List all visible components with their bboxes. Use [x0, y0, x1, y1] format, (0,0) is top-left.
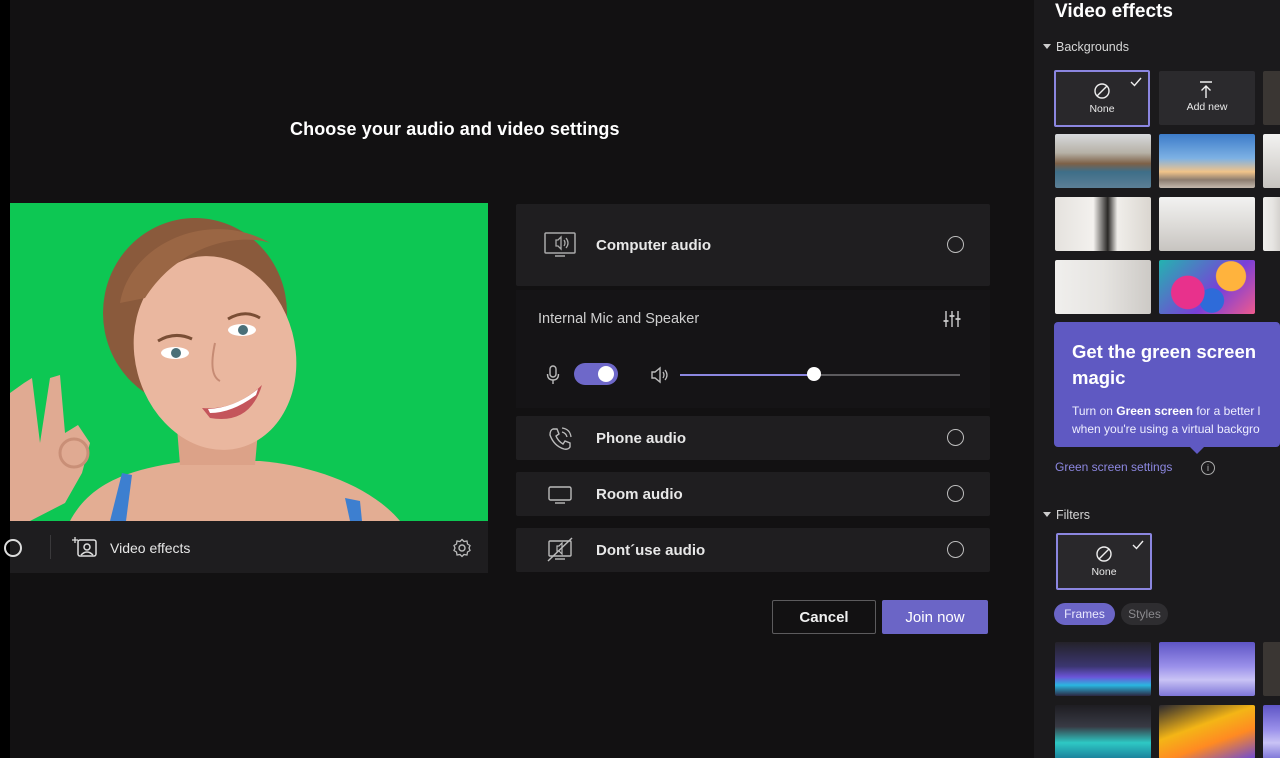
- filter-none-tile[interactable]: None: [1056, 533, 1152, 590]
- filters-section-toggle[interactable]: Filters: [1043, 508, 1090, 522]
- background-thumbnail[interactable]: [1263, 197, 1280, 251]
- none-label: None: [1091, 566, 1117, 578]
- speaker-volume-slider[interactable]: [680, 367, 960, 381]
- green-screen-settings-link[interactable]: Green screen settings: [1055, 460, 1172, 474]
- speaker-icon: [651, 366, 668, 384]
- promo-body-text: for a better l: [1192, 404, 1261, 418]
- promo-pointer: [1190, 447, 1204, 454]
- audio-option-computer[interactable]: Computer audio: [516, 204, 990, 286]
- background-thumbnail[interactable]: [1263, 71, 1280, 125]
- camera-toggle[interactable]: [4, 539, 22, 557]
- background-thumbnail[interactable]: [1159, 197, 1255, 251]
- device-settings-panel: Internal Mic and Speaker: [516, 290, 990, 408]
- panel-title: Video effects: [1055, 1, 1173, 22]
- tab-styles[interactable]: Styles: [1121, 603, 1168, 625]
- audio-option-phone[interactable]: Phone audio: [516, 416, 990, 460]
- check-icon: [1132, 540, 1144, 550]
- video-toolbar: Video effects: [4, 521, 488, 573]
- green-screen-promo: Get the green screen magic Turn on Green…: [1054, 322, 1280, 454]
- background-thumbnail[interactable]: [1055, 197, 1151, 251]
- frame-thumbnail[interactable]: [1263, 642, 1280, 696]
- join-now-button[interactable]: Join now: [882, 600, 988, 634]
- background-thumbnail[interactable]: [1159, 260, 1255, 314]
- audio-option-label: Room audio: [596, 486, 683, 503]
- radio-computer-audio[interactable]: [947, 236, 964, 253]
- microphone-icon: [546, 365, 560, 384]
- upload-icon: [1200, 81, 1212, 98]
- background-none-tile[interactable]: None: [1054, 70, 1150, 127]
- promo-body-text: when you're using a virtual backgro: [1072, 422, 1260, 436]
- cancel-button[interactable]: Cancel: [772, 600, 876, 634]
- room-audio-icon: [548, 486, 572, 504]
- video-effects-panel: Video effects Backgrounds None Add new G…: [1034, 0, 1280, 758]
- frame-thumbnail[interactable]: [1263, 705, 1280, 758]
- video-preview: [10, 203, 488, 521]
- filters-label: Filters: [1056, 508, 1091, 522]
- background-thumbnail[interactable]: [1263, 134, 1280, 188]
- frame-thumbnail[interactable]: [1159, 705, 1255, 758]
- background-thumbnail[interactable]: [1055, 260, 1151, 314]
- radio-no-audio[interactable]: [947, 541, 964, 558]
- camera-feed-person: [10, 218, 400, 521]
- mic-toggle[interactable]: [574, 363, 618, 385]
- frame-thumbnail[interactable]: [1055, 642, 1151, 696]
- radio-phone-audio[interactable]: [947, 429, 964, 446]
- backgrounds-label: Backgrounds: [1056, 40, 1129, 54]
- none-icon: [1094, 83, 1110, 99]
- toolbar-divider: [50, 535, 51, 559]
- audio-option-label: Computer audio: [596, 237, 711, 254]
- radio-room-audio[interactable]: [947, 485, 964, 502]
- add-new-background-tile[interactable]: Add new: [1159, 71, 1255, 125]
- tab-frames[interactable]: Frames: [1054, 603, 1115, 625]
- none-label: None: [1089, 103, 1115, 115]
- phone-audio-icon: [549, 427, 572, 450]
- audio-option-label: Phone audio: [596, 430, 686, 447]
- audio-option-none[interactable]: Dont´use audio: [516, 528, 990, 572]
- check-icon: [1130, 77, 1142, 87]
- window-left-edge: [0, 0, 10, 758]
- toggle-knob: [598, 366, 614, 382]
- promo-body-text: Turn on: [1072, 404, 1117, 418]
- audio-option-label: Dont´use audio: [596, 542, 706, 559]
- chevron-down-icon: [1043, 44, 1051, 49]
- volume-fill: [680, 374, 815, 376]
- promo-body: Turn on Green screen for a better l when …: [1072, 402, 1280, 438]
- info-icon[interactable]: i: [1201, 461, 1215, 475]
- device-settings-icon[interactable]: [942, 310, 962, 328]
- promo-heading: Get the green screen magic: [1072, 341, 1257, 388]
- backgrounds-section-toggle[interactable]: Backgrounds: [1043, 40, 1129, 54]
- gear-icon[interactable]: [452, 538, 472, 558]
- promo-body-bold: Green screen: [1116, 404, 1193, 418]
- no-audio-icon: [547, 537, 573, 562]
- add-new-label: Add new: [1186, 101, 1228, 113]
- audio-device-name: Internal Mic and Speaker: [538, 311, 700, 327]
- chevron-down-icon: [1043, 512, 1051, 517]
- video-effects-label[interactable]: Video effects: [110, 540, 190, 556]
- computer-audio-icon: [544, 232, 576, 257]
- background-thumbnail[interactable]: [1159, 134, 1255, 188]
- video-effects-icon[interactable]: [72, 536, 98, 558]
- none-icon: [1096, 546, 1112, 562]
- page-title: Choose your audio and video settings: [290, 119, 620, 139]
- frame-thumbnail[interactable]: [1159, 642, 1255, 696]
- audio-option-room[interactable]: Room audio: [516, 472, 990, 516]
- background-thumbnail[interactable]: [1055, 134, 1151, 188]
- volume-thumb[interactable]: [807, 367, 822, 381]
- frame-thumbnail[interactable]: [1055, 705, 1151, 758]
